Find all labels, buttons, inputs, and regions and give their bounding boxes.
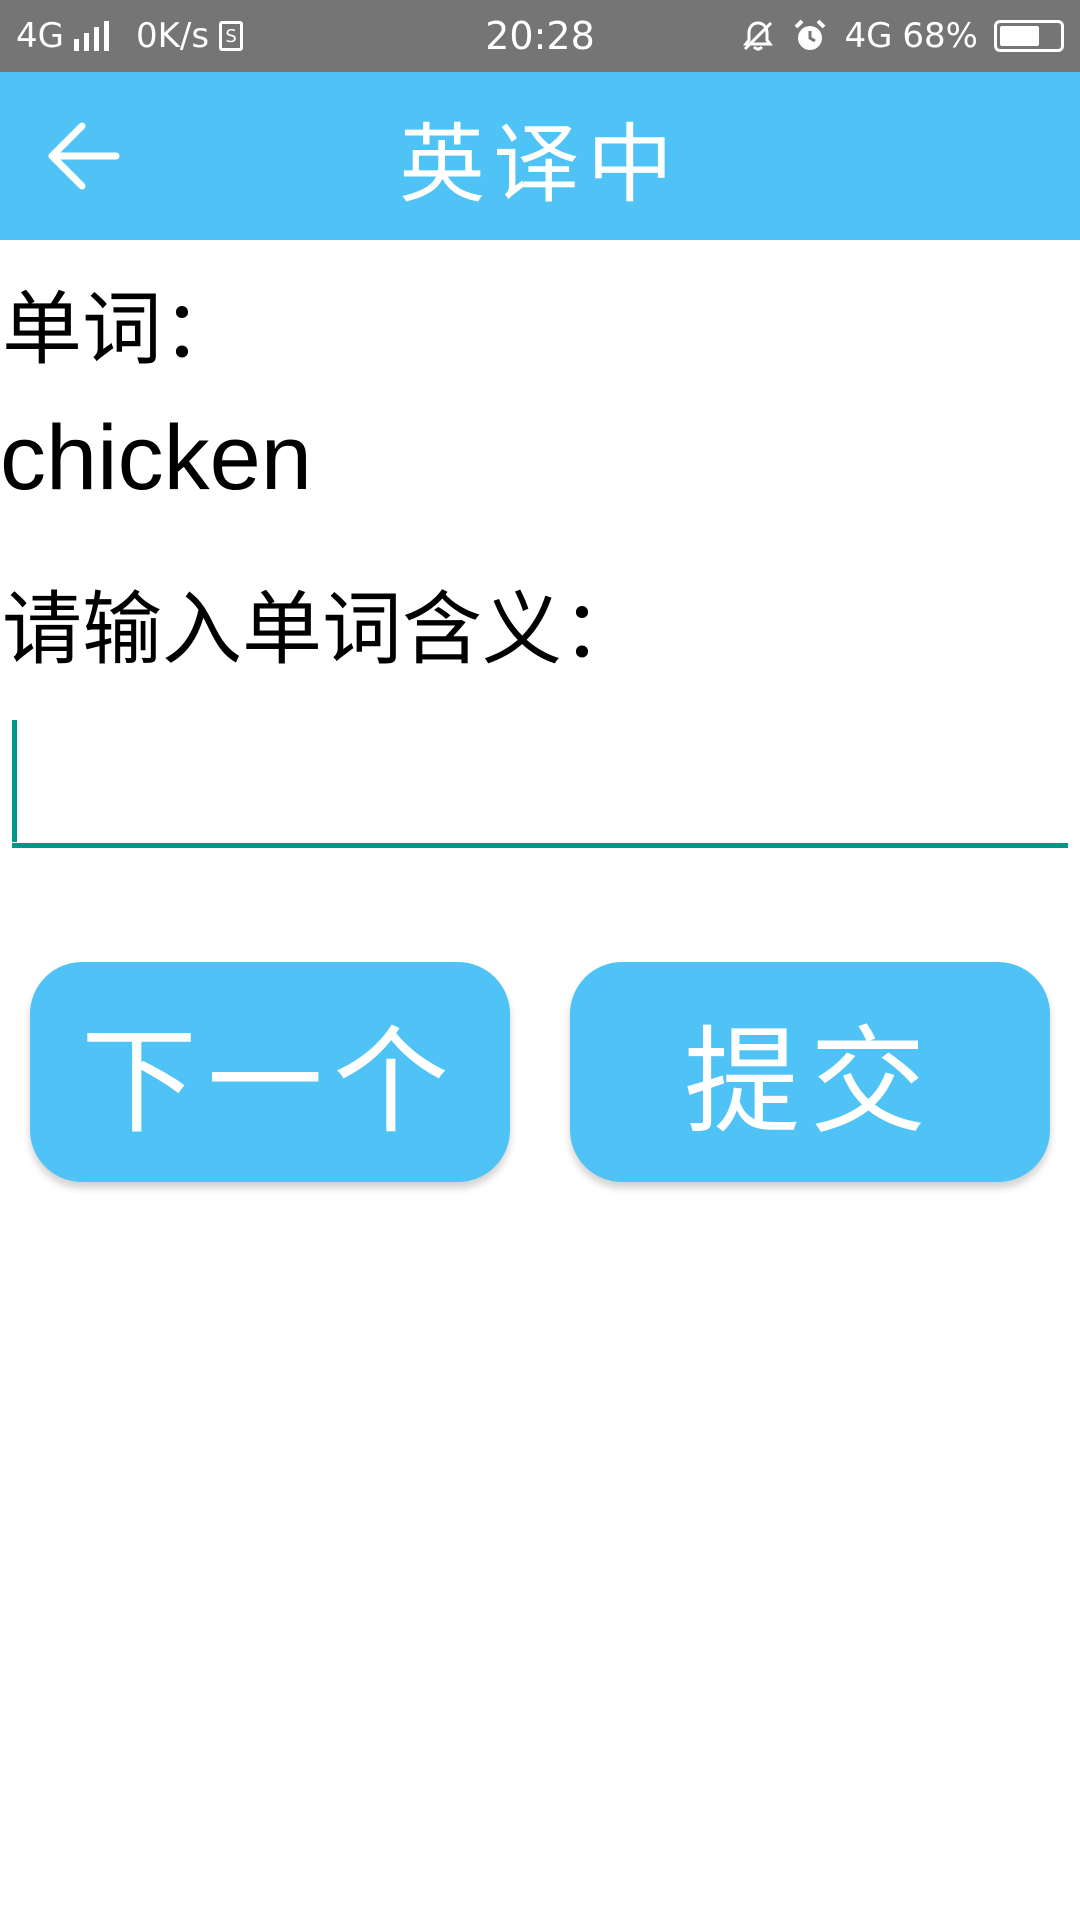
app-bar: 英译中 [0, 72, 1080, 240]
word-label: 单词： [2, 283, 242, 376]
battery-percent: 68% [902, 16, 978, 56]
text-caret [12, 720, 17, 842]
battery-icon [994, 20, 1064, 52]
back-button[interactable] [36, 116, 132, 196]
screen: 4G 0K/s S 20:28 4G 68% 英译中 单词： chicken 请… [0, 0, 1080, 1920]
meaning-input[interactable] [12, 716, 1068, 848]
network-type-right: 4G [844, 16, 893, 56]
word-value: chicken [0, 407, 312, 509]
status-bar: 4G 0K/s S 20:28 4G 68% [0, 0, 1080, 72]
mute-icon [740, 18, 776, 54]
meaning-label: 请输入单词含义： [2, 583, 642, 676]
submit-button[interactable]: 提交 [570, 962, 1050, 1182]
next-button[interactable]: 下一个 [30, 962, 510, 1182]
status-right: 4G 68% [740, 0, 1064, 72]
alarm-icon [792, 18, 828, 54]
arrow-left-icon [48, 122, 120, 190]
page-title: 英译中 [399, 114, 681, 215]
battery-fill [1000, 26, 1039, 46]
